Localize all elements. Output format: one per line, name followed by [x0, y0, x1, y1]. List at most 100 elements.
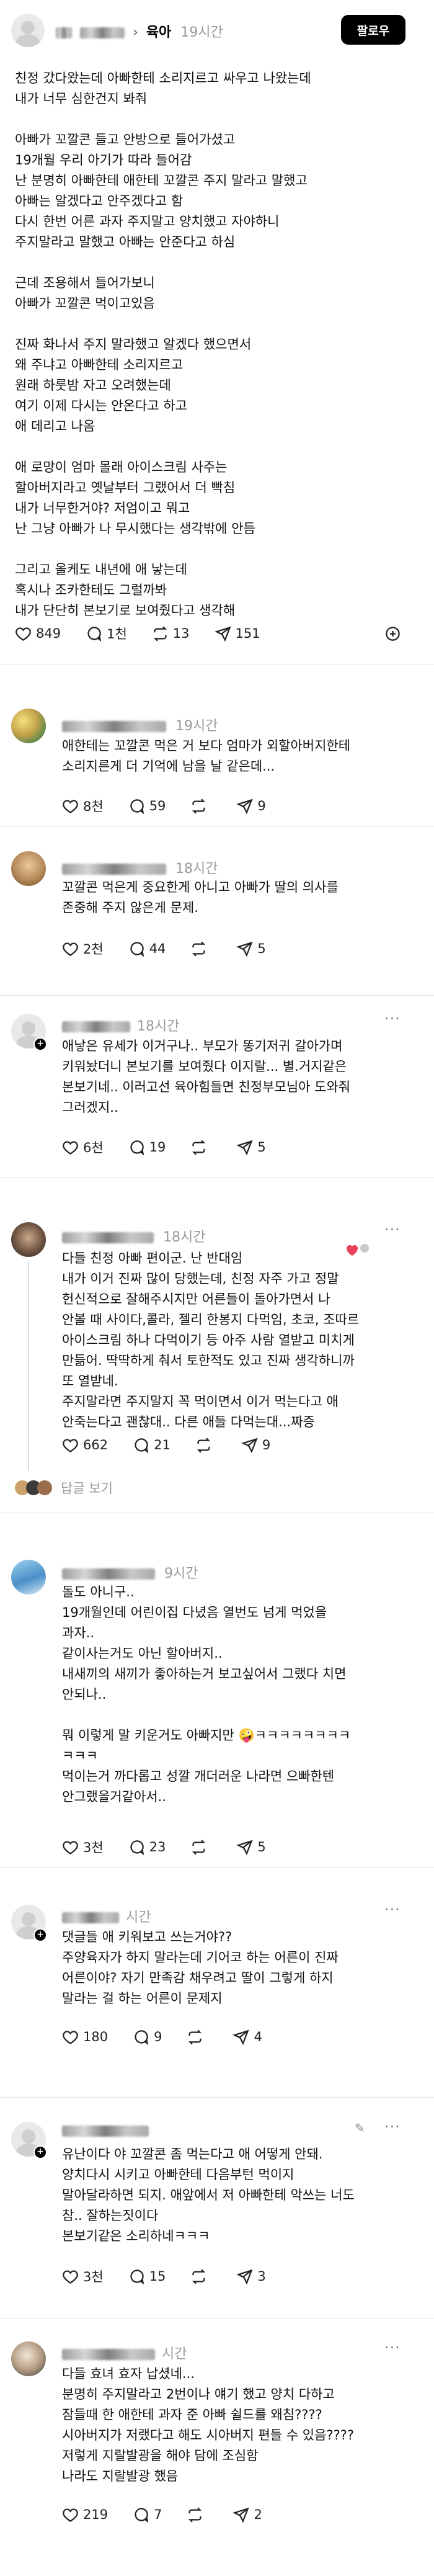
- avatar[interactable]: [11, 1560, 46, 1594]
- share-button[interactable]: 3: [236, 2268, 266, 2285]
- heart-icon: [63, 1438, 78, 1452]
- like-button[interactable]: 6천: [62, 1138, 104, 1156]
- follow-badge-icon[interactable]: +: [33, 1037, 47, 1051]
- comment-button[interactable]: 44: [128, 941, 166, 957]
- avatar[interactable]: [11, 2341, 46, 2376]
- send-icon: [236, 1840, 254, 1855]
- like-button[interactable]: 3천: [62, 2267, 104, 2286]
- heart-icon: [63, 2508, 78, 2522]
- main-post: › 육아 19시간 팔로우 친정 갔다왔는데 아빠한테 소리지르고 싸우고 나왔…: [0, 0, 434, 658]
- follow-badge-icon[interactable]: +: [33, 2145, 47, 2159]
- comment-icon: [135, 1438, 149, 1453]
- reply-header: 18시간: [62, 1226, 205, 1246]
- share-button[interactable]: 9: [236, 798, 266, 815]
- more-icon[interactable]: ···: [384, 1010, 401, 1027]
- comment-button[interactable]: 1천: [86, 624, 127, 643]
- comment-icon: [130, 798, 144, 814]
- share-button[interactable]: 5: [236, 1839, 266, 1856]
- more-replies-row[interactable]: 답글 보기: [15, 1477, 113, 1499]
- reply-actions: 3천 23 5: [62, 1836, 291, 1858]
- repost-icon: [188, 2029, 202, 2045]
- share-button[interactable]: 4: [232, 2029, 262, 2046]
- send-icon: [214, 626, 231, 642]
- reply-header: 시간: [62, 1906, 151, 1926]
- comment-icon: [87, 626, 102, 642]
- comment-count: 15: [149, 2269, 166, 2284]
- more-icon[interactable]: ···: [384, 2118, 401, 2135]
- repost-button[interactable]: 13: [152, 625, 190, 642]
- reply-body: 유난이다 야 꼬깔콘 좀 먹는다고 애 어떻게 안돼. 양치다시 시키고 아빠한…: [62, 2147, 355, 2243]
- comment-icon: [130, 2269, 144, 2284]
- reply-actions: 219 7 2: [62, 2504, 287, 2525]
- share-count: 2: [254, 2507, 262, 2522]
- like-button[interactable]: 2천: [62, 939, 104, 958]
- share-count: 5: [257, 941, 266, 956]
- comment-button[interactable]: 7: [133, 2507, 162, 2523]
- send-icon: [241, 1438, 258, 1453]
- community-name[interactable]: 육아: [146, 25, 171, 40]
- comment-button[interactable]: 21: [133, 1437, 170, 1454]
- repost-button[interactable]: [190, 2268, 211, 2285]
- comment-button[interactable]: 59: [128, 798, 166, 815]
- share-button[interactable]: 9: [241, 1437, 270, 1454]
- more-icon[interactable]: ···: [384, 1221, 401, 1238]
- add-reply-button[interactable]: [384, 625, 401, 642]
- reply-body: 애한테는 꼬깔콘 먹은 거 보다 엄마가 외할아버지한테 소리지른게 더 기억에…: [62, 738, 351, 774]
- thread-line: [28, 1262, 29, 1470]
- comment-button[interactable]: 19: [128, 1139, 166, 1156]
- like-button[interactable]: 219: [62, 2507, 108, 2523]
- reply-header: 시간: [62, 2343, 187, 2363]
- share-button[interactable]: 2: [232, 2507, 262, 2523]
- repost-button[interactable]: [190, 798, 211, 815]
- more-icon[interactable]: ···: [384, 1901, 401, 1918]
- comment-button[interactable]: 23: [128, 1839, 166, 1856]
- share-count: 5: [257, 1840, 266, 1854]
- share-count: 4: [254, 2029, 262, 2044]
- share-button[interactable]: 5: [236, 941, 266, 957]
- like-button[interactable]: 849: [15, 625, 61, 642]
- comment-button[interactable]: 15: [128, 2268, 166, 2285]
- repost-icon: [197, 1437, 210, 1453]
- comment-count: 7: [154, 2507, 162, 2522]
- reply-actions: 6천 19 5: [62, 1137, 291, 1158]
- repost-button[interactable]: [187, 2029, 208, 2046]
- like-count: 2천: [83, 942, 104, 957]
- avatar[interactable]: [11, 1222, 46, 1257]
- repost-icon: [153, 625, 167, 642]
- like-button[interactable]: 180: [62, 2029, 108, 2046]
- avatar[interactable]: [11, 709, 46, 743]
- repost-button[interactable]: [187, 2507, 208, 2523]
- comment-icon: [135, 2029, 149, 2045]
- share-button[interactable]: 151: [214, 625, 260, 642]
- reply-time: 9시간: [164, 1566, 198, 1581]
- comment-count: 9: [154, 2029, 162, 2044]
- like-button[interactable]: 662: [62, 1437, 108, 1454]
- repost-button[interactable]: [195, 1437, 216, 1454]
- heart-icon: [16, 627, 31, 641]
- share-count: 9: [262, 1438, 271, 1452]
- reply-body: 다들 효녀 효자 납셨네... 분명히 주지말라고 2번이나 얘기 했고 양치 …: [62, 2366, 355, 2484]
- more-icon[interactable]: ···: [384, 2339, 401, 2356]
- reply-time: 18시간: [163, 1230, 206, 1245]
- avatar[interactable]: [11, 851, 46, 886]
- view-replies-link[interactable]: 답글 보기: [61, 1478, 113, 1497]
- like-count: 662: [83, 1438, 108, 1452]
- reply: 18시간 꼬깔콘 먹은게 중요한게 아니고 아빠가 딸의 의사를 존중해 주지 …: [0, 826, 434, 994]
- like-button[interactable]: 3천: [62, 1838, 104, 1856]
- avatar[interactable]: [11, 14, 45, 47]
- post-actions: 849 1천 13 151: [15, 623, 285, 644]
- repost-icon: [192, 1139, 206, 1155]
- share-button[interactable]: 5: [236, 1139, 266, 1156]
- follow-button[interactable]: 팔로우: [341, 15, 405, 45]
- share-count: 9: [257, 798, 266, 813]
- like-button[interactable]: 8천: [62, 797, 104, 815]
- reply: 19시간 애한테는 꼬깔콘 먹은 거 보다 엄마가 외할아버지한테 소리지른게 …: [0, 664, 434, 825]
- repost-button[interactable]: [190, 1839, 211, 1856]
- comment-icon: [130, 1840, 144, 1855]
- reply-time: 19시간: [175, 718, 218, 734]
- repost-button[interactable]: [190, 1139, 211, 1156]
- repost-button[interactable]: [190, 941, 211, 957]
- follow-badge-icon[interactable]: +: [33, 1928, 47, 1942]
- comment-count: 44: [149, 941, 166, 956]
- comment-button[interactable]: 9: [133, 2029, 162, 2046]
